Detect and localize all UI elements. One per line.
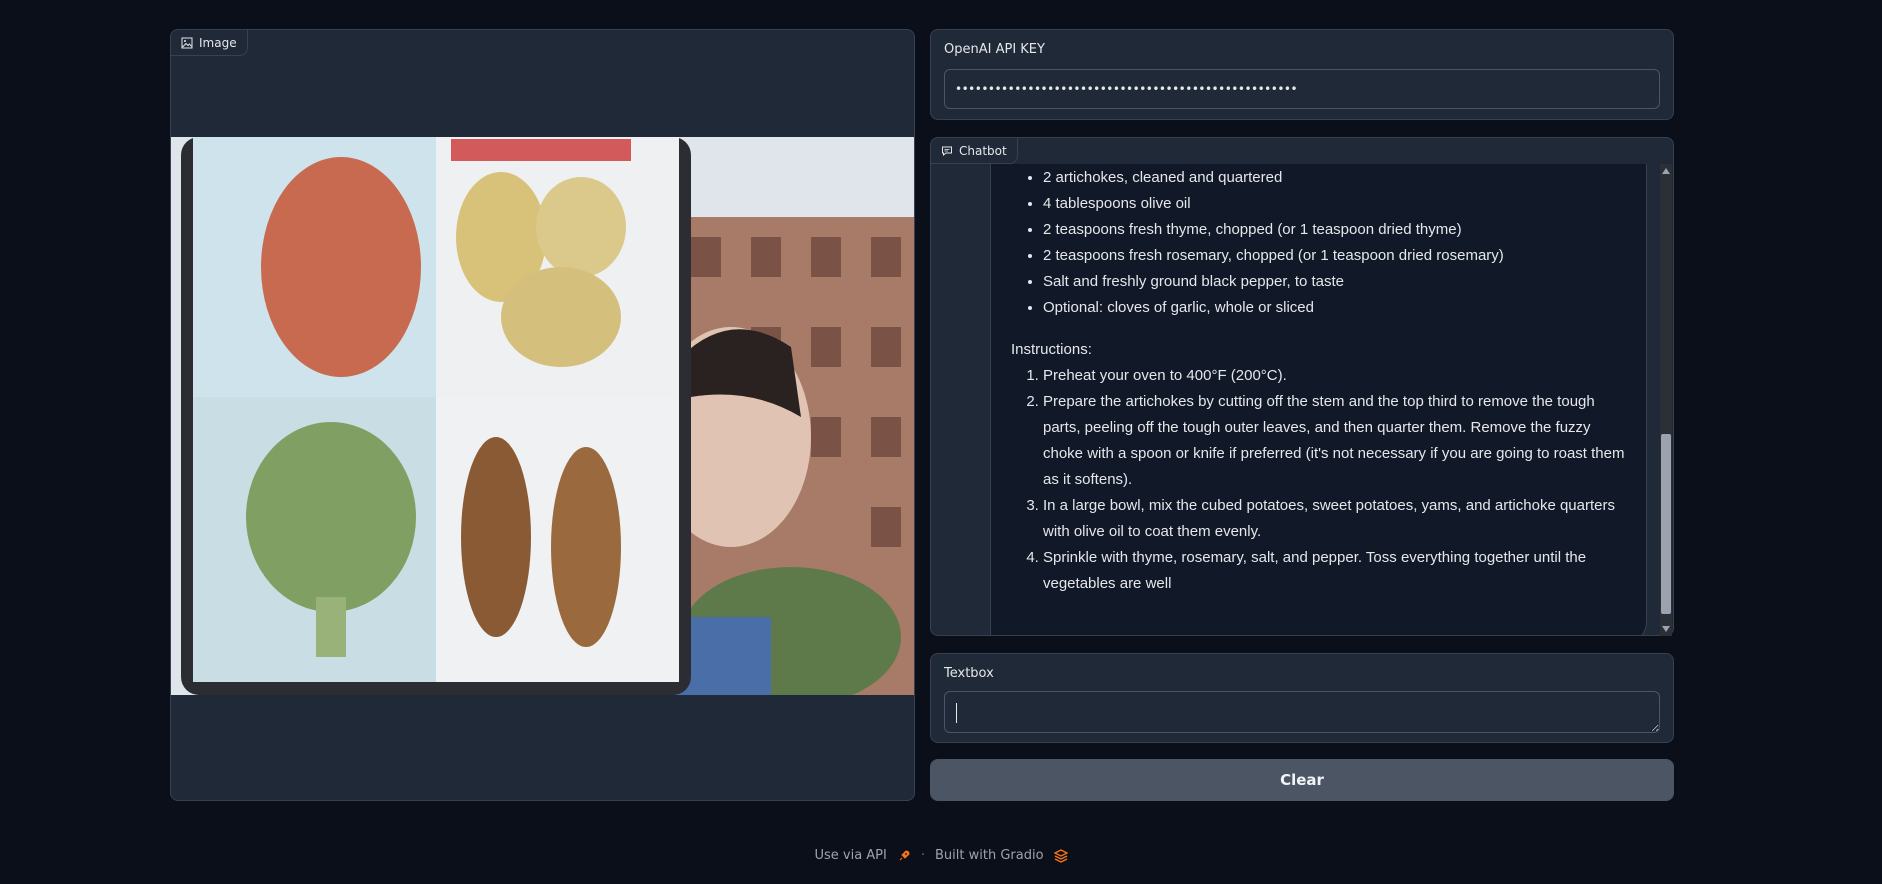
webcam-image[interactable]: [171, 137, 914, 695]
scroll-up-icon[interactable]: [1662, 168, 1670, 174]
built-with-gradio-link[interactable]: Built with Gradio: [935, 848, 1044, 863]
text-caret: [956, 703, 957, 723]
api-key-input[interactable]: [944, 69, 1660, 109]
gradio-logo-icon: [1053, 848, 1068, 863]
captured-photo: [171, 137, 914, 695]
chat-icon: [942, 146, 952, 156]
scroll-thumb[interactable]: [1661, 434, 1671, 614]
list-item: Prepare the artichokes by cutting off th…: [1043, 389, 1626, 493]
list-item: Preheat your oven to 400°F (200°C).: [1043, 363, 1626, 389]
list-item: 2 teaspoons fresh rosemary, chopped (or …: [1043, 243, 1626, 269]
chat-scroll-area[interactable]: 2 artichokes, cleaned and quartered 4 ta…: [931, 164, 1673, 635]
api-key-block: OpenAI API KEY: [930, 29, 1674, 120]
image-icon: [181, 37, 193, 48]
instructions-list: Preheat your oven to 400°F (200°C). Prep…: [1043, 363, 1626, 597]
clear-button[interactable]: Clear: [930, 759, 1674, 801]
list-item: Sprinkle with thyme, rosemary, salt, and…: [1043, 545, 1626, 597]
image-label-text: Image: [199, 35, 237, 50]
page: Image OpenAI API KEY •••••••••••••••••••…: [0, 0, 1882, 884]
textbox-label: Textbox: [944, 666, 994, 681]
chatbot-label: Chatbot: [931, 138, 1018, 164]
chat-scrollbar[interactable]: [1660, 164, 1672, 636]
chatbot-block: Chatbot 2 artichokes, cleaned and quarte…: [930, 137, 1674, 636]
list-item: Salt and freshly ground black pepper, to…: [1043, 269, 1626, 295]
api-key-label: OpenAI API KEY: [944, 42, 1045, 57]
footer-separator: ·: [920, 848, 925, 863]
image-block: Image: [170, 29, 915, 801]
use-via-api-link[interactable]: Use via API: [814, 848, 886, 863]
instructions-heading: Instructions:: [1011, 341, 1092, 358]
chatbot-label-text: Chatbot: [959, 143, 1007, 158]
list-item: 4 tablespoons olive oil: [1043, 191, 1626, 217]
footer: Use via API · Built with Gradio: [0, 848, 1882, 863]
rocket-icon: [897, 849, 911, 863]
image-label: Image: [171, 30, 248, 56]
list-item: Optional: cloves of garlic, whole or sli…: [1043, 295, 1626, 321]
ingredients-list: 2 artichokes, cleaned and quartered 4 ta…: [1043, 165, 1626, 321]
list-item: 2 teaspoons fresh thyme, chopped (or 1 t…: [1043, 217, 1626, 243]
message-input[interactable]: [944, 691, 1660, 733]
textbox-block: Textbox: [930, 653, 1674, 743]
scroll-down-icon[interactable]: [1662, 626, 1670, 632]
list-item: In a large bowl, mix the cubed potatoes,…: [1043, 493, 1626, 545]
list-item: 2 artichokes, cleaned and quartered: [1043, 165, 1626, 191]
bot-message: 2 artichokes, cleaned and quartered 4 ta…: [990, 164, 1647, 635]
